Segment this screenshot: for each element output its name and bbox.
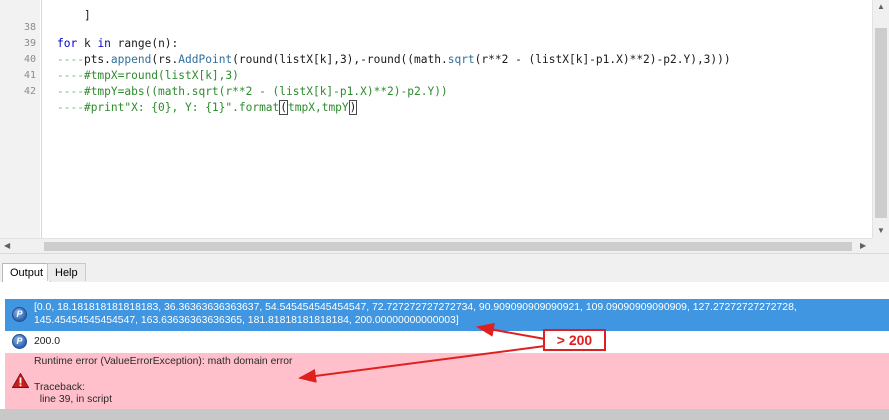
code-text: ----#print"X: {0}, Y: {1}".format(tmpX,t… [57,100,358,115]
output-bottom-bar [0,409,889,420]
traceback-line: line 39, in script [34,394,112,406]
vertical-scroll-thumb[interactable] [875,28,887,218]
output-error-message[interactable]: Runtime error (ValueErrorException): mat… [5,353,889,409]
output-message-selected[interactable]: P [0.0, 18.181818181818183, 36.363636363… [5,299,889,331]
error-message-line: Runtime error (ValueErrorException): mat… [34,356,293,367]
code-line[interactable]: 39 ----pts.append(rs.AddPoint(round(list… [0,20,870,66]
output-tab-strip: Output Help [0,262,889,283]
code-line[interactable]: 42 ----#print"X: {0}, Y: {1}".format(tmp… [0,68,870,115]
error-text: Runtime error (ValueErrorException): mat… [34,356,885,407]
scroll-right-arrow-icon[interactable]: ▶ [860,241,866,251]
code-line[interactable]: 38 for k in range(n): [0,4,870,50]
message-text: 200.0 [34,336,61,347]
output-message-list[interactable]: P [0.0, 18.181818181818183, 36.363636363… [0,282,889,420]
code-text: ----#tmpY=abs((math.sqrt(r**2 - (listX[k… [57,85,448,98]
code-editor[interactable]: ] 38 for k in range(n): 39 ----pts.appen… [0,0,889,238]
tab-output[interactable]: Output [2,263,52,283]
warning-icon [11,372,30,393]
python-icon: P [12,334,27,349]
scroll-left-arrow-icon[interactable]: ◀ [4,241,10,251]
horizontal-scroll-thumb[interactable] [44,242,852,251]
scroll-up-arrow-icon[interactable]: ▲ [877,2,885,12]
bracket-highlight: ( [279,100,289,115]
message-text: [0.0, 18.181818181818183, 36.36363636363… [34,302,797,326]
editor-horizontal-scrollbar[interactable]: ◀ ▶ [0,238,872,254]
bracket-highlight: ) [348,100,358,115]
traceback-label: Traceback: [34,381,86,393]
editor-vertical-scrollbar[interactable]: ▲ ▼ [872,0,889,238]
scrollbar-corner [872,238,889,253]
scroll-down-arrow-icon[interactable]: ▼ [877,226,885,236]
tab-help[interactable]: Help [47,263,86,281]
python-icon: P [12,307,27,322]
line-number: 42 [23,86,36,97]
code-line[interactable]: 40 ----#tmpX=round(listX[k],3) [0,36,870,82]
output-message[interactable]: P 200.0 [5,331,889,353]
code-line[interactable]: 41 ----#tmpY=abs((math.sqrt(r**2 - (list… [0,52,870,98]
annotation-label: > 200 [543,329,606,351]
